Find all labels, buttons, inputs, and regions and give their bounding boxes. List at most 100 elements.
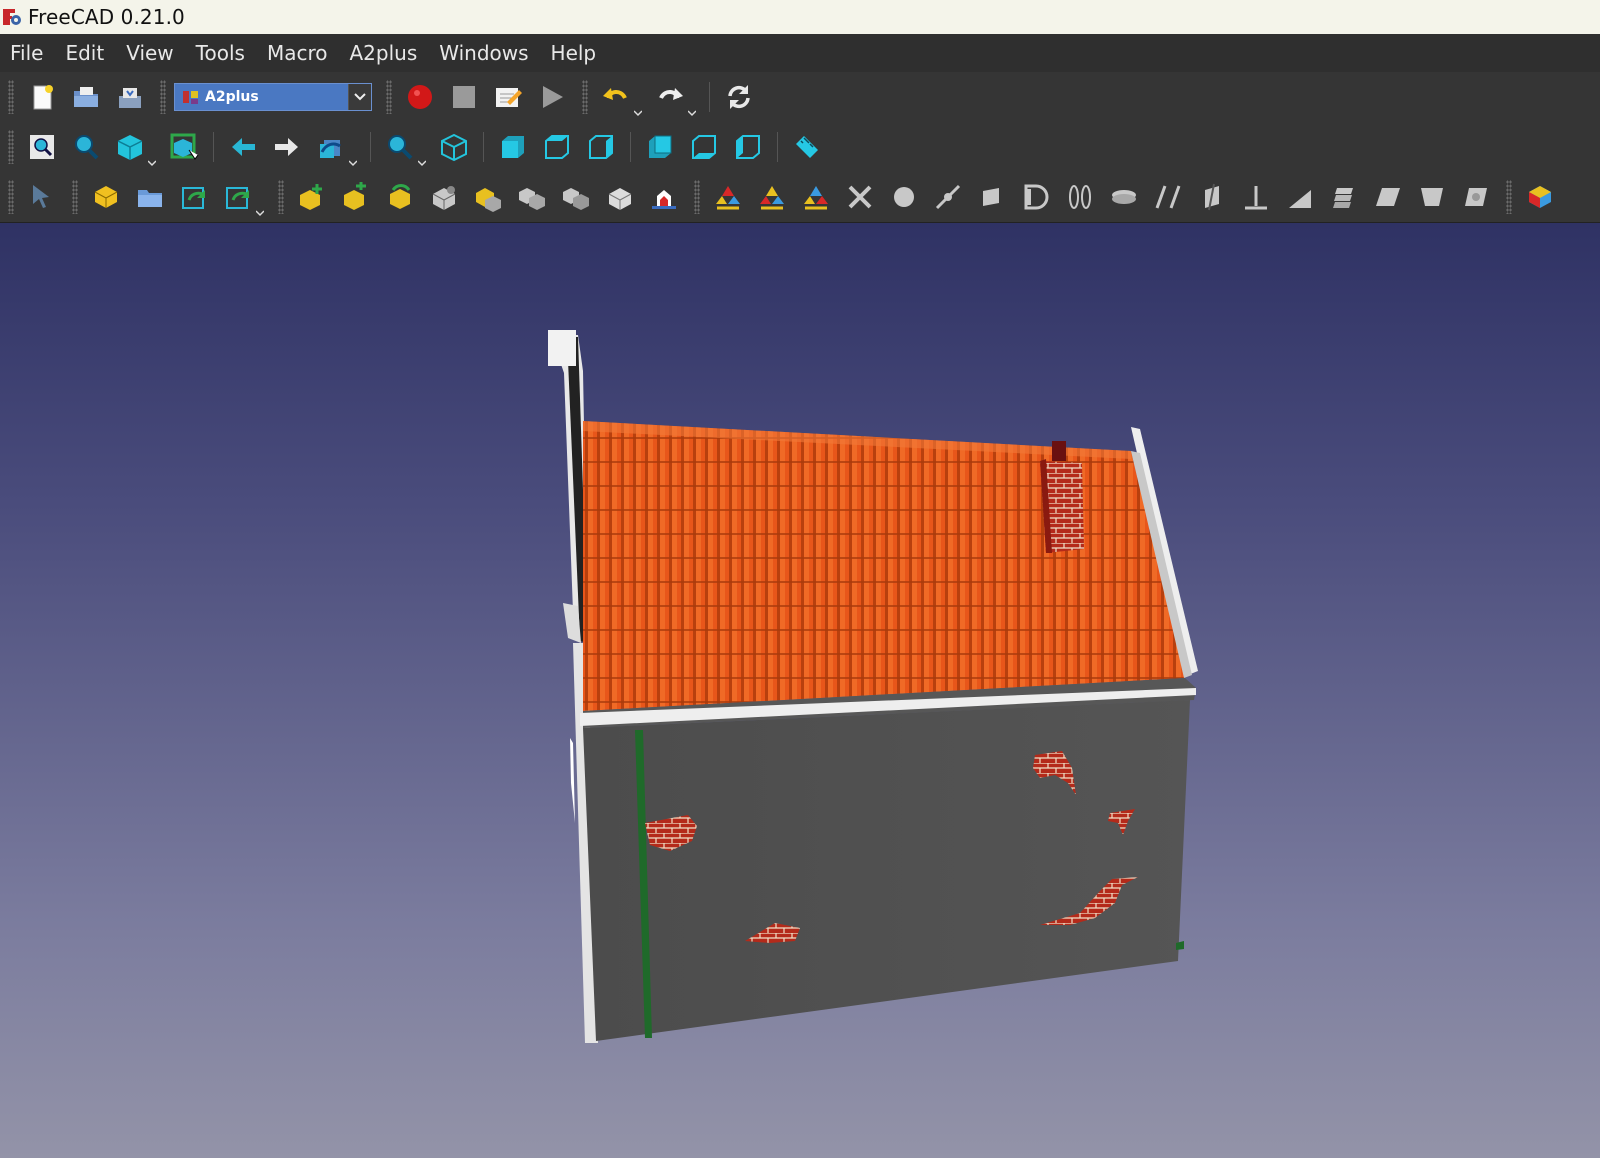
- layers-button[interactable]: [1326, 177, 1362, 217]
- constraint-parts-icon-3: [804, 186, 828, 210]
- red-blue-part-icon: [652, 190, 676, 209]
- new-document-button[interactable]: [24, 77, 60, 117]
- open-file-button[interactable]: [68, 77, 104, 117]
- circle-button[interactable]: [886, 177, 922, 217]
- toggle-transparency-button[interactable]: [514, 177, 550, 217]
- isolate-button[interactable]: [646, 177, 682, 217]
- undo-button[interactable]: [598, 77, 642, 117]
- add-from-folder-button[interactable]: [132, 177, 168, 217]
- menu-tools[interactable]: Tools: [185, 34, 256, 72]
- point-on-plane-button[interactable]: [798, 177, 834, 217]
- point-identity-button[interactable]: [710, 177, 746, 217]
- angle-button[interactable]: [1282, 177, 1318, 217]
- chevron-down-icon[interactable]: [256, 209, 264, 217]
- parallelogram-icon: [1376, 188, 1400, 206]
- isometric-view-button[interactable]: [436, 127, 472, 167]
- toolbar-grip[interactable]: [72, 180, 78, 214]
- 3d-viewport[interactable]: [0, 223, 1600, 1158]
- front-view-icon: [502, 136, 524, 158]
- front-view-button[interactable]: [495, 127, 531, 167]
- house-model[interactable]: [0, 223, 1600, 1158]
- rounded-square-button[interactable]: [1458, 177, 1494, 217]
- convert-part-button[interactable]: [338, 177, 374, 217]
- toolbar-grip[interactable]: [278, 180, 284, 214]
- toolbar-grip[interactable]: [582, 80, 588, 114]
- duplicate-part-button[interactable]: [382, 177, 418, 217]
- macro-stop-button[interactable]: [446, 77, 482, 117]
- rear-view-button[interactable]: [642, 127, 678, 167]
- refresh-button[interactable]: [721, 77, 757, 117]
- show-connected-button[interactable]: [558, 177, 594, 217]
- chevron-down-icon[interactable]: [148, 159, 156, 167]
- macro-record-button[interactable]: [402, 77, 438, 117]
- arrow-left-icon: [232, 138, 255, 156]
- perpendicular-button[interactable]: [1238, 177, 1274, 217]
- workbench-selector[interactable]: A2plus: [174, 83, 372, 111]
- right-view-button[interactable]: [583, 127, 619, 167]
- toolbar-grip[interactable]: [1506, 180, 1512, 214]
- chevron-down-icon[interactable]: [688, 109, 696, 117]
- right-view-icon: [589, 135, 613, 159]
- draw-style-cube-icon: [117, 135, 143, 160]
- toolbar-grip[interactable]: [160, 80, 166, 114]
- left-view-button[interactable]: [730, 127, 766, 167]
- flip-button[interactable]: [470, 177, 506, 217]
- edit-imported-button[interactable]: [220, 177, 264, 217]
- plane-slash-button[interactable]: [1194, 177, 1230, 217]
- toolbar-grip[interactable]: [694, 180, 700, 214]
- add-constraints-button[interactable]: [294, 177, 330, 217]
- sync-view-button[interactable]: [313, 127, 357, 167]
- menu-help[interactable]: Help: [540, 34, 608, 72]
- top-view-button[interactable]: [539, 127, 575, 167]
- menu-edit[interactable]: Edit: [54, 34, 115, 72]
- bottom-view-button[interactable]: [686, 127, 722, 167]
- macro-edit-button[interactable]: [490, 77, 526, 117]
- toolbar-grip[interactable]: [8, 80, 14, 114]
- hide-part-button[interactable]: [602, 177, 638, 217]
- forward-navigation-button[interactable]: [269, 127, 305, 167]
- line-point-button[interactable]: [930, 177, 966, 217]
- macro-run-button[interactable]: [534, 77, 570, 117]
- std-view-menu-button[interactable]: [382, 127, 426, 167]
- half-circle-button[interactable]: [1018, 177, 1054, 217]
- menu-windows[interactable]: Windows: [428, 34, 539, 72]
- menu-file[interactable]: File: [0, 34, 54, 72]
- back-navigation-button[interactable]: [225, 127, 261, 167]
- disk-button[interactable]: [1106, 177, 1142, 217]
- toolbar-separator: [630, 132, 631, 162]
- bounding-box-button[interactable]: [166, 127, 202, 167]
- chevron-down-icon[interactable]: [348, 84, 371, 110]
- select-button[interactable]: [24, 177, 60, 217]
- chevron-down-icon[interactable]: [634, 109, 642, 117]
- menu-a2plus[interactable]: A2plus: [338, 34, 428, 72]
- menu-view[interactable]: View: [115, 34, 184, 72]
- redo-button[interactable]: [652, 77, 696, 117]
- trapezoid-button[interactable]: [1414, 177, 1450, 217]
- toolbar-grip[interactable]: [386, 80, 392, 114]
- a2plus-workbench-icon: [183, 91, 198, 104]
- draw-style-button[interactable]: [112, 127, 156, 167]
- toolbar-grip[interactable]: [8, 130, 14, 164]
- parallelogram-button[interactable]: [1370, 177, 1406, 217]
- double-slash-button[interactable]: [1150, 177, 1186, 217]
- fit-all-button[interactable]: [24, 127, 60, 167]
- roof: [580, 421, 1198, 728]
- menu-macro[interactable]: Macro: [256, 34, 339, 72]
- solve-button[interactable]: [426, 177, 462, 217]
- overflow-button[interactable]: [1522, 177, 1558, 217]
- parallel-ellipses-button[interactable]: [1062, 177, 1098, 217]
- point-on-line-button[interactable]: [754, 177, 790, 217]
- save-file-button[interactable]: [112, 77, 148, 117]
- toolbar-grip[interactable]: [8, 180, 14, 214]
- chevron-down-icon[interactable]: [349, 159, 357, 167]
- toolbar-separator: [777, 132, 778, 162]
- measure-button[interactable]: [789, 127, 825, 167]
- undo-icon: [603, 88, 627, 100]
- update-imported-button[interactable]: [176, 177, 212, 217]
- yellow-part-plus-icon: [300, 184, 322, 210]
- delete-constraints-button[interactable]: [842, 177, 878, 217]
- fit-selection-button[interactable]: [68, 127, 104, 167]
- add-part-button[interactable]: [88, 177, 124, 217]
- square-button[interactable]: [974, 177, 1010, 217]
- chevron-down-icon[interactable]: [418, 159, 426, 167]
